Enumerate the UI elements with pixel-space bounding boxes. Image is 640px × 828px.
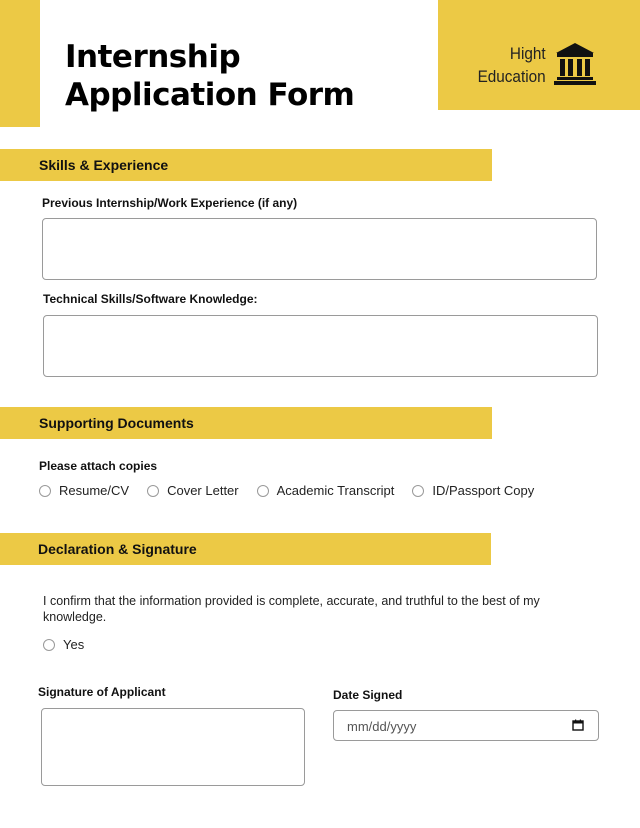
section-header-declaration: Declaration & Signature (0, 533, 491, 565)
brand-name: Hight Education (478, 42, 546, 88)
brand-line-1: Hight (510, 44, 546, 63)
date-signed-label: Date Signed (333, 688, 403, 702)
radio-circle[interactable] (256, 484, 269, 497)
radio-circle[interactable] (147, 484, 160, 497)
declaration-statement: I confirm that the information provided … (43, 594, 540, 624)
previous-experience-label: Previous Internship/Work Experience (if … (42, 196, 298, 210)
radio-label: Resume/CV (59, 483, 130, 498)
confirm-radio-group: Yes (43, 637, 102, 652)
section-title-documents: Supporting Documents (39, 415, 194, 431)
left-accent-bar (0, 0, 40, 127)
date-signed-input[interactable]: mm/dd/yyyy (333, 710, 599, 741)
radio-circle[interactable] (39, 484, 51, 497)
date-placeholder: mm/dd/yyyy (347, 719, 417, 734)
radio-circle[interactable] (412, 484, 425, 497)
section-title-declaration: Declaration & Signature (38, 541, 197, 557)
radio-resume-cv[interactable]: Resume/CV (39, 483, 129, 498)
radio-id-passport[interactable]: ID/Passport Copy (412, 483, 534, 498)
documents-radio-group: Resume/CV Cover Letter Academic Transcri… (39, 483, 552, 498)
section-header-documents: Supporting Documents (0, 407, 492, 439)
signature-label: Signature of Applicant (38, 685, 166, 699)
title-line-2: Application Form (65, 77, 355, 113)
section-title-skills: Skills & Experience (39, 157, 169, 173)
radio-label: Cover Letter (167, 483, 239, 498)
page-title: Internship Application Form (65, 38, 355, 114)
radio-label: Academic Transcript (276, 483, 395, 498)
radio-circle[interactable] (43, 638, 55, 651)
calendar-icon[interactable] (572, 719, 584, 731)
radio-label: ID/Passport Copy (432, 483, 535, 498)
signature-input[interactable] (41, 708, 305, 786)
technical-skills-input[interactable] (43, 315, 598, 377)
radio-academic-transcript[interactable]: Academic Transcript (256, 483, 395, 498)
radio-cover-letter[interactable]: Cover Letter (147, 483, 239, 498)
attach-copies-label: Please attach copies (39, 459, 158, 473)
radio-confirm-yes[interactable]: Yes (43, 637, 84, 652)
previous-experience-input[interactable] (42, 218, 597, 280)
technical-skills-label: Technical Skills/Software Knowledge: (43, 292, 258, 306)
brand-line-2: Education (477, 67, 546, 86)
institution-building-icon (554, 43, 596, 85)
radio-label: Yes (63, 637, 85, 652)
title-line-1: Internship (65, 39, 241, 75)
section-header-skills: Skills & Experience (0, 149, 492, 181)
brand-block: Hight Education (438, 0, 640, 110)
